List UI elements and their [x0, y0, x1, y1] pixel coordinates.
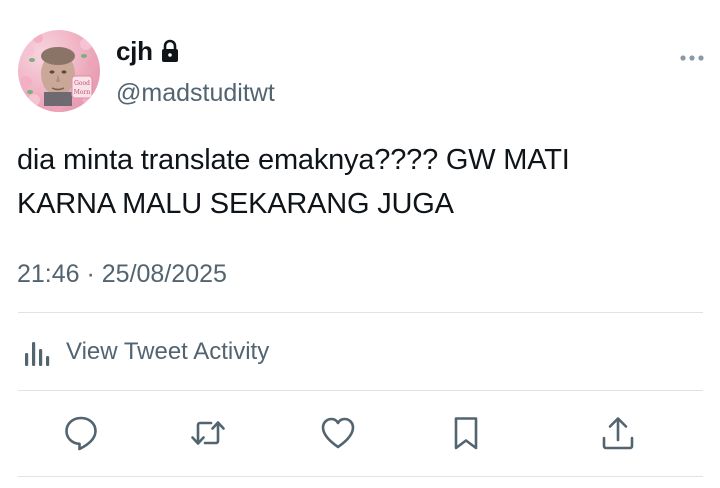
divider	[18, 476, 703, 477]
more-options-icon[interactable]	[679, 50, 705, 61]
like-button[interactable]	[318, 413, 358, 453]
divider	[18, 312, 703, 313]
heart-icon	[321, 417, 355, 449]
tweet-text-line: KARNA MALU SEKARANG JUGA	[17, 188, 454, 220]
bar-chart-icon	[22, 336, 54, 368]
lock-icon	[160, 39, 180, 63]
share-button[interactable]	[598, 413, 638, 453]
avatar-image: Good Morn	[20, 33, 97, 112]
svg-text:Morn: Morn	[74, 89, 91, 96]
tweet-text-line: dia minta translate emaknya???? GW MATI	[17, 144, 570, 176]
retweet-button[interactable]	[188, 413, 228, 453]
tweet-timestamp[interactable]: 21:46 · 25/08/2025	[17, 259, 227, 289]
view-tweet-activity-label: View Tweet Activity	[66, 338, 270, 365]
reply-button[interactable]	[61, 413, 101, 453]
view-tweet-activity-link[interactable]: View Tweet Activity	[22, 336, 269, 368]
reply-icon	[65, 416, 97, 451]
share-icon	[602, 417, 634, 450]
display-name[interactable]: cjh	[116, 36, 153, 66]
user-handle[interactable]: @madstuditwt	[116, 78, 275, 108]
divider	[18, 390, 703, 391]
bookmark-icon	[454, 417, 478, 450]
tweet-text: dia minta translate emaknya???? GW MATI …	[17, 138, 707, 226]
retweet-icon	[191, 421, 225, 445]
bookmark-button[interactable]	[446, 413, 486, 453]
svg-text:Good: Good	[74, 80, 90, 87]
avatar[interactable]: Good Morn	[18, 30, 100, 112]
name-row: cjh	[116, 36, 180, 66]
tweet-detail: Good Morn cjh @madstuditwt dia minta tran…	[0, 0, 720, 488]
